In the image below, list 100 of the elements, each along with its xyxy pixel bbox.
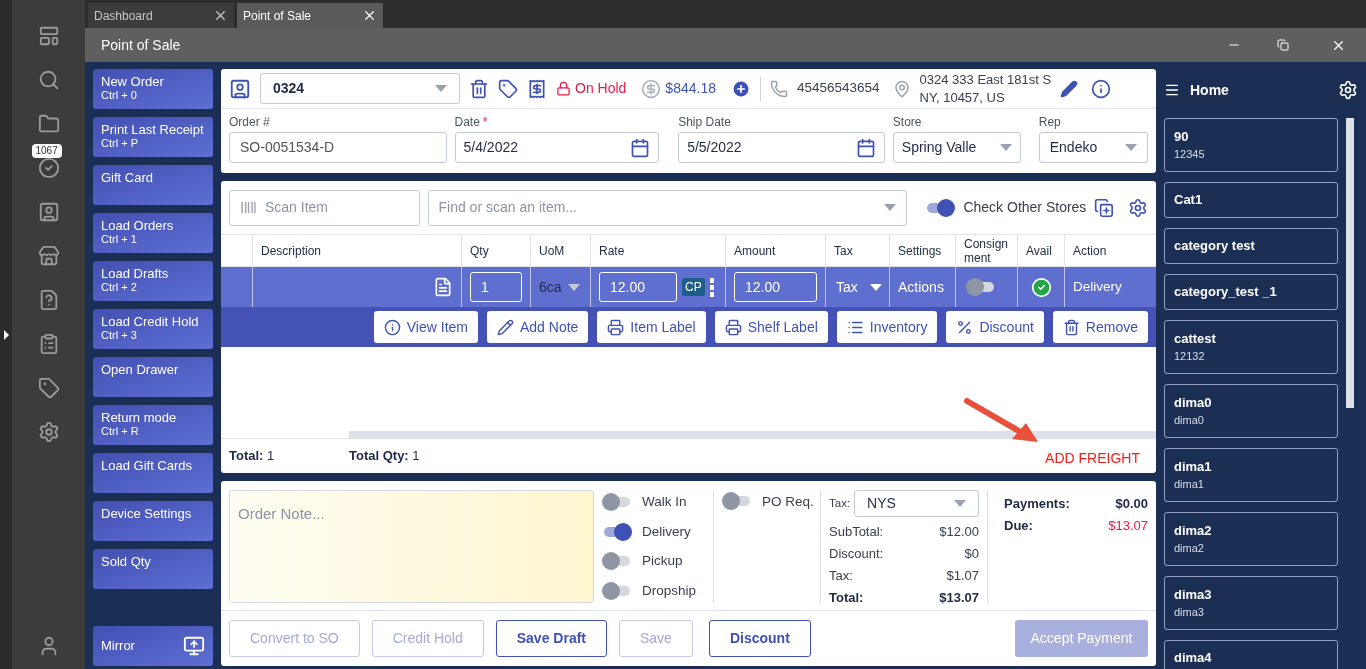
date-field[interactable]: 5/5/2022: [678, 132, 885, 163]
folder-icon[interactable]: [37, 113, 60, 135]
rate-field[interactable]: 12.00: [599, 272, 677, 302]
mirror-button[interactable]: Mirror: [93, 626, 213, 666]
store-select[interactable]: Spring Valle: [892, 132, 1021, 163]
table-icon[interactable]: [37, 25, 60, 47]
home-label[interactable]: Home: [1190, 79, 1229, 101]
field-label: Rep: [1038, 115, 1062, 129]
action-button[interactable]: Load Orders Ctrl + 1: [93, 213, 213, 253]
category-tile[interactable]: 90 12345: [1164, 118, 1338, 172]
category-tile[interactable]: category test: [1164, 228, 1338, 264]
row-action-button[interactable]: View Item: [373, 311, 478, 343]
category-tile[interactable]: Cat1: [1164, 182, 1338, 218]
toggle-switch[interactable]: [602, 581, 632, 600]
summary-value: $13.07: [939, 589, 979, 607]
contact-icon[interactable]: [37, 201, 60, 223]
actions-menu[interactable]: Actions: [898, 276, 944, 298]
search-icon[interactable]: [37, 69, 60, 91]
action-value: Delivery: [1073, 277, 1122, 296]
trash-icon[interactable]: [469, 78, 489, 99]
summary-label: Discount:: [829, 545, 884, 563]
tag-icon[interactable]: [498, 78, 518, 99]
toggle-switch[interactable]: [602, 522, 632, 541]
category-tile[interactable]: dima1 dima1: [1164, 448, 1338, 502]
category-tile[interactable]: dima3 dima3: [1164, 576, 1338, 630]
restore-icon[interactable]: [1277, 39, 1289, 51]
document-icon[interactable]: [433, 277, 453, 297]
action-button[interactable]: Load Gift Cards: [93, 453, 213, 493]
category-tile[interactable]: dima0 dima0: [1164, 384, 1338, 438]
calendar-icon[interactable]: [630, 137, 651, 158]
tag-icon[interactable]: [37, 377, 60, 399]
more-icon[interactable]: [709, 277, 714, 297]
row-action-button[interactable]: Item Label: [597, 311, 706, 343]
toggle-switch[interactable]: [602, 552, 632, 571]
tab[interactable]: Dashboard: [88, 3, 234, 28]
menu-icon[interactable]: [1164, 82, 1180, 98]
category-tile[interactable]: cattest 12132: [1164, 320, 1338, 374]
column-header: Amount: [734, 242, 776, 260]
info-icon: [383, 318, 401, 336]
action-button[interactable]: Load Drafts Ctrl + 2: [93, 261, 213, 301]
calendar-icon[interactable]: [855, 137, 876, 158]
customer-select[interactable]: 0324: [260, 73, 460, 104]
action-button[interactable]: Open Drawer: [93, 357, 213, 397]
tab-label: Dashboard: [94, 7, 153, 25]
check-icon[interactable]: [37, 157, 60, 179]
row-action-button[interactable]: Remove: [1052, 311, 1148, 343]
row-action-button[interactable]: Shelf Label: [714, 311, 828, 343]
action-button[interactable]: New Order Ctrl + 0: [93, 69, 213, 109]
action-button[interactable]: Print Last Receipt Ctrl + P: [93, 117, 213, 157]
order-number-field[interactable]: SO-0051534-D: [229, 132, 447, 163]
toggle-switch[interactable]: [966, 278, 996, 296]
contact-icon[interactable]: [229, 77, 251, 100]
footer-button[interactable]: Save Draft: [495, 620, 607, 657]
close-icon[interactable]: [213, 8, 228, 23]
add-freight-link[interactable]: ADD FREIGHT: [1045, 447, 1140, 469]
settings-icon[interactable]: [1128, 197, 1148, 218]
category-tile[interactable]: dima2 dima2: [1164, 512, 1338, 566]
toggle-switch[interactable]: [722, 492, 752, 510]
qty-field[interactable]: 1: [470, 272, 522, 302]
column-header: Consign ment: [964, 236, 1009, 265]
date-field[interactable]: 5/4/2022: [454, 132, 660, 163]
receipt-icon[interactable]: [527, 78, 547, 99]
summary-label: SubTotal:: [829, 523, 884, 541]
trash-icon: [1062, 318, 1080, 336]
phone-number: 45456543654: [796, 79, 880, 98]
tax-select[interactable]: NYS: [854, 490, 979, 517]
edit-icon[interactable]: [1060, 79, 1079, 98]
address-text: 0324 333 East 181st S NY, 10457, US: [919, 70, 1052, 107]
category-tile[interactable]: dima4: [1164, 640, 1338, 669]
window-title: Point of Sale: [101, 35, 181, 55]
pencil-icon: [497, 318, 514, 336]
rep-select[interactable]: Endeko: [1038, 132, 1148, 163]
tax-select[interactable]: Tax: [836, 276, 858, 298]
tab-label: Point of Sale: [243, 7, 312, 25]
action-button[interactable]: Device Settings: [93, 501, 213, 541]
scrollbar[interactable]: [1346, 118, 1354, 408]
toggle-switch[interactable]: [602, 493, 632, 512]
tab[interactable]: Point of Sale: [237, 3, 383, 28]
row-action-button[interactable]: Discount: [946, 311, 1044, 343]
caret-icon: [999, 144, 1012, 151]
category-tile[interactable]: category_test _1: [1164, 274, 1338, 310]
column-header: UoM: [539, 242, 565, 260]
amount-field[interactable]: 12.00: [734, 272, 817, 302]
horizontal-scrollbar[interactable]: [349, 431, 1156, 438]
row-action-button[interactable]: Add Note: [487, 311, 589, 343]
add-copy-icon[interactable]: [1094, 197, 1115, 218]
toggle-switch[interactable]: [925, 198, 956, 217]
action-button[interactable]: Gift Card: [93, 165, 213, 205]
close-icon[interactable]: [362, 8, 377, 23]
action-button[interactable]: Return mode Ctrl + R: [93, 405, 213, 445]
row-action-button[interactable]: Inventory: [836, 311, 938, 343]
add-icon[interactable]: [730, 78, 751, 99]
action-button[interactable]: Load Credit Hold Ctrl + 3: [93, 309, 213, 349]
total-count: Total Qty: 1: [349, 447, 421, 466]
footer-button[interactable]: Discount: [708, 620, 811, 657]
price-code-tag[interactable]: CP: [682, 278, 705, 296]
toggle-label: PO Req.: [762, 493, 814, 511]
store-icon[interactable]: [37, 245, 60, 267]
info-icon[interactable]: [1091, 78, 1112, 99]
action-button[interactable]: Sold Qty: [93, 549, 213, 589]
